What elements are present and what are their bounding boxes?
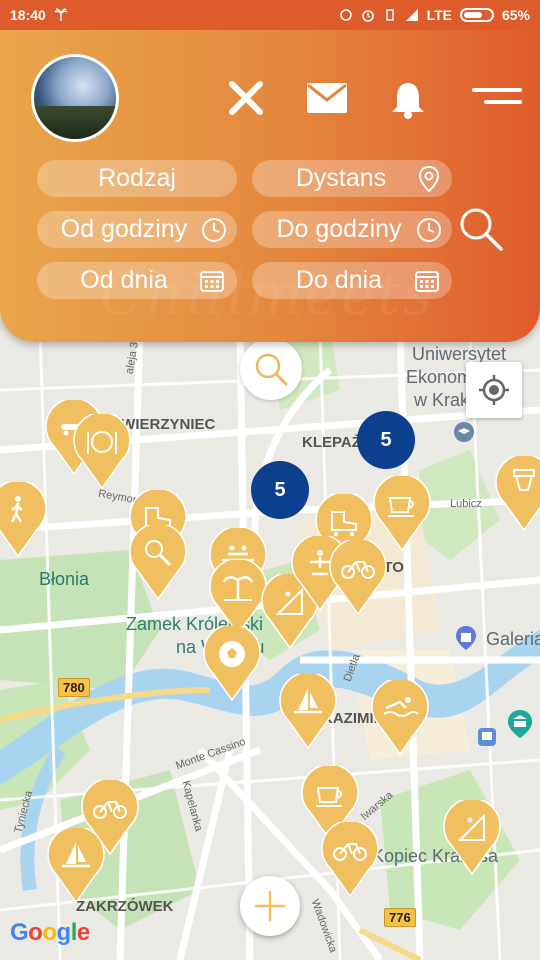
palm-notification-icon (54, 8, 68, 21)
sailing-icon (47, 828, 105, 904)
crosshair-icon (479, 375, 509, 405)
sync-icon (339, 9, 352, 21)
climbing-icon (443, 800, 501, 876)
swimming-icon (371, 680, 429, 756)
add-event-button[interactable] (240, 876, 300, 936)
school-icon (454, 422, 474, 442)
distance-filter[interactable]: Dystans (252, 160, 452, 197)
cycling-icon (329, 540, 387, 616)
marker-cluster[interactable]: 5 (357, 411, 415, 469)
activity-marker[interactable] (0, 482, 48, 558)
map-label-blonia: Błonia (39, 569, 90, 589)
beach-icon (209, 560, 267, 636)
football-icon (203, 626, 261, 702)
activity-marker[interactable] (370, 680, 430, 756)
network-type: LTE (426, 7, 452, 23)
from-day-label: Od dnia (80, 266, 168, 294)
distance-filter-label: Dystans (295, 164, 387, 192)
tennis-icon (129, 525, 187, 601)
my-location-button[interactable] (466, 362, 522, 418)
from-hour-label: Od godziny (60, 215, 188, 243)
location-pin-icon (418, 165, 440, 192)
clock-icon (417, 217, 441, 242)
cycling-icon (321, 822, 379, 898)
activity-marker[interactable] (328, 540, 388, 616)
walking-icon (0, 482, 47, 558)
sailing-icon (279, 674, 337, 750)
alarm-icon (361, 10, 374, 22)
to-day-filter[interactable]: Do dnia (252, 262, 452, 299)
to-day-label: Do dnia (295, 266, 383, 294)
activity-marker[interactable] (46, 828, 106, 904)
clock-icon (202, 217, 226, 242)
search-icon[interactable] (458, 206, 504, 252)
to-hour-label: Do godziny (276, 215, 402, 243)
activity-marker[interactable] (442, 800, 502, 876)
map-label-klepaz: KLEPAŻ (302, 434, 361, 451)
activity-marker[interactable] (208, 560, 268, 636)
route-776-badge: 776 (384, 908, 416, 927)
signal-icon (405, 9, 418, 21)
status-bar: 18:40 LTE 65% (0, 0, 540, 30)
type-filter-label: Rodzaj (98, 164, 176, 192)
activity-marker[interactable] (494, 456, 540, 532)
to-hour-filter[interactable]: Do godziny (252, 211, 452, 248)
from-hour-filter[interactable]: Od godziny (37, 211, 237, 248)
shopping-bag-icon (456, 626, 476, 650)
calendar-icon (200, 270, 224, 292)
calendar-icon (415, 270, 439, 292)
plus-icon (254, 890, 286, 922)
map-view[interactable]: Uniwersytet Ekonomiczny w Krakowie ZWIER… (0, 330, 540, 960)
map-label-lubicz: Lubicz (450, 498, 482, 510)
search-icon (255, 353, 288, 386)
restaurant-icon (73, 414, 131, 490)
from-day-filter[interactable]: Od dnia (37, 262, 237, 299)
google-logo: Google (10, 919, 90, 946)
route-780-badge: 780 (58, 678, 90, 697)
battery-icon (459, 8, 494, 22)
header-panel: Chillmeets Rodzaj Dystans Od godziny Do … (0, 30, 540, 342)
tram-icon (478, 728, 496, 746)
filter-panel: Rodzaj Dystans Od godziny Do godziny Od … (0, 30, 540, 342)
activity-marker[interactable] (202, 626, 262, 702)
museum-icon (508, 710, 532, 738)
marker-cluster[interactable]: 5 (251, 461, 309, 519)
activity-marker[interactable] (278, 674, 338, 750)
activity-marker[interactable] (72, 414, 132, 490)
activity-marker[interactable] (128, 525, 188, 601)
map-label-galeria: Galeria (486, 629, 540, 649)
status-time: 18:40 (10, 7, 46, 23)
map-search-button[interactable] (240, 338, 302, 400)
vibrate-icon (385, 9, 394, 21)
battery-level: 65% (501, 7, 530, 23)
activity-marker[interactable] (320, 822, 380, 898)
type-filter[interactable]: Rodzaj (37, 160, 237, 197)
basketball-icon (495, 456, 540, 532)
